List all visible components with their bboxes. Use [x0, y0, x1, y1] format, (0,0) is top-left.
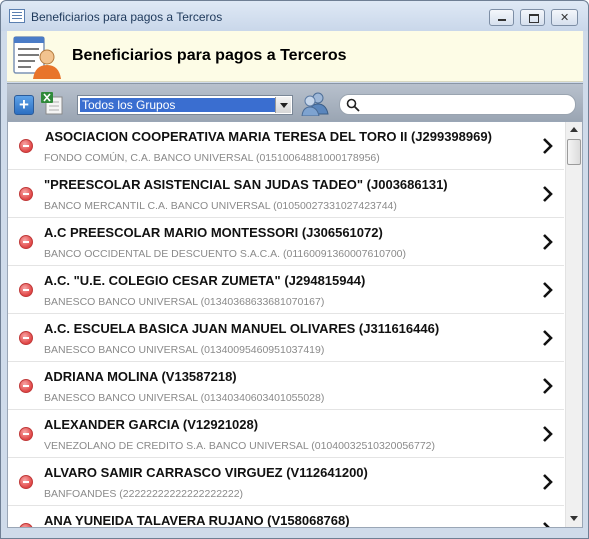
delete-icon[interactable] — [19, 427, 33, 441]
chevron-right-icon[interactable] — [541, 184, 555, 204]
chevron-right-icon[interactable] — [541, 232, 555, 252]
window-list-icon — [9, 9, 25, 23]
beneficiary-bank: BANCO OCCIDENTAL DE DESCUENTO S.A.C.A. (… — [44, 248, 407, 260]
beneficiary-list: ASOCIACION COOPERATIVA MARIA TERESA DEL … — [8, 122, 564, 527]
list-item[interactable]: ALEXANDER GARCIA (V12921028) VENEZOLANO … — [8, 410, 564, 458]
beneficiary-name: A.C PREESCOLAR MARIO MONTESSORI (J306561… — [44, 225, 383, 240]
list-item[interactable]: ALVARO SAMIR CARRASCO VIRGUEZ (V11264120… — [8, 458, 564, 506]
window-title: Beneficiarios para pagos a Terceros — [31, 10, 223, 24]
beneficiary-bank: BANESCO BANCO UNIVERSAL (013403686336810… — [44, 296, 325, 308]
contact-list-person-icon — [13, 36, 61, 79]
beneficiary-name: A.C. ESCUELA BASICA JUAN MANUEL OLIVARES… — [44, 321, 440, 336]
list-item[interactable]: ADRIANA MOLINA (V13587218) BANESCO BANCO… — [8, 362, 564, 410]
group-select[interactable]: Todos los Grupos — [77, 95, 293, 115]
search-box[interactable] — [339, 94, 576, 115]
list-item[interactable]: "PREESCOLAR ASISTENCIAL SAN JUDAS TADEO"… — [8, 170, 564, 218]
list-item[interactable]: ANA YUNEIDA TALAVERA RUJANO (V158068768) — [8, 506, 564, 527]
excel-export-icon[interactable] — [40, 91, 64, 115]
beneficiary-bank: BANFOANDES (22222222222222222222) — [44, 488, 244, 500]
beneficiary-name: ASOCIACION COOPERATIVA MARIA TERESA DEL … — [45, 129, 492, 144]
chevron-down-icon[interactable] — [275, 97, 291, 113]
users-group-icon[interactable] — [301, 90, 329, 116]
beneficiary-name: A.C. "U.E. COLEGIO CESAR ZUMETA" (J29481… — [44, 273, 366, 288]
search-icon — [346, 98, 360, 112]
list-item[interactable]: ASOCIACION COOPERATIVA MARIA TERESA DEL … — [8, 122, 564, 170]
chevron-right-icon[interactable] — [541, 328, 555, 348]
beneficiary-bank: VENEZOLANO DE CREDITO S.A. BANCO UNIVERS… — [44, 440, 436, 452]
list-item[interactable]: A.C. ESCUELA BASICA JUAN MANUEL OLIVARES… — [8, 314, 564, 362]
beneficiary-name: ALEXANDER GARCIA (V12921028) — [44, 417, 259, 432]
beneficiary-name: ALVARO SAMIR CARRASCO VIRGUEZ (V11264120… — [44, 465, 368, 480]
delete-icon[interactable] — [19, 187, 33, 201]
group-select-value: Todos los Grupos — [80, 98, 275, 112]
chevron-right-icon[interactable] — [541, 376, 555, 396]
beneficiary-name: "PREESCOLAR ASISTENCIAL SAN JUDAS TADEO"… — [44, 177, 448, 192]
vertical-scrollbar[interactable] — [565, 122, 582, 527]
beneficiary-name: ANA YUNEIDA TALAVERA RUJANO (V158068768) — [44, 513, 350, 527]
delete-icon[interactable] — [19, 139, 33, 153]
page-header: Beneficiarios para pagos a Terceros — [7, 31, 583, 82]
add-beneficiary-button[interactable]: + — [14, 95, 34, 115]
page-title: Beneficiarios para pagos a Terceros — [72, 47, 347, 64]
beneficiary-name: ADRIANA MOLINA (V13587218) — [44, 369, 237, 384]
chevron-right-icon[interactable] — [541, 136, 555, 156]
beneficiary-bank: BANCO MERCANTIL C.A. BANCO UNIVERSAL (01… — [44, 200, 397, 212]
delete-icon[interactable] — [19, 331, 33, 345]
minimize-button[interactable] — [489, 9, 514, 26]
app-window: Beneficiarios para pagos a Terceros Bene… — [0, 0, 589, 539]
delete-icon[interactable] — [19, 235, 33, 249]
delete-icon[interactable] — [19, 283, 33, 297]
title-bar[interactable]: Beneficiarios para pagos a Terceros — [1, 1, 588, 31]
beneficiary-bank: FONDO COMÚN, C.A. BANCO UNIVERSAL (01510… — [44, 152, 380, 164]
beneficiary-bank: BANESCO BANCO UNIVERSAL (013400954609510… — [44, 344, 325, 356]
maximize-button[interactable] — [520, 9, 545, 26]
list-item[interactable]: A.C. "U.E. COLEGIO CESAR ZUMETA" (J29481… — [8, 266, 564, 314]
beneficiary-bank: BANESCO BANCO UNIVERSAL (013403406034010… — [44, 392, 325, 404]
close-button[interactable] — [551, 9, 578, 26]
delete-icon[interactable] — [19, 523, 33, 527]
list-item[interactable]: A.C PREESCOLAR MARIO MONTESSORI (J306561… — [8, 218, 564, 266]
search-input[interactable] — [364, 97, 564, 112]
toolbar: + Todos los Grupos — [7, 83, 583, 121]
chevron-right-icon[interactable] — [541, 424, 555, 444]
scroll-thumb[interactable] — [567, 139, 581, 165]
chevron-right-icon[interactable] — [541, 520, 555, 527]
beneficiary-list-frame: ASOCIACION COOPERATIVA MARIA TERESA DEL … — [7, 121, 583, 528]
delete-icon[interactable] — [19, 475, 33, 489]
delete-icon[interactable] — [19, 379, 33, 393]
chevron-right-icon[interactable] — [541, 280, 555, 300]
scroll-down-arrow-icon[interactable] — [566, 511, 582, 527]
chevron-right-icon[interactable] — [541, 472, 555, 492]
scroll-up-arrow-icon[interactable] — [566, 122, 582, 138]
